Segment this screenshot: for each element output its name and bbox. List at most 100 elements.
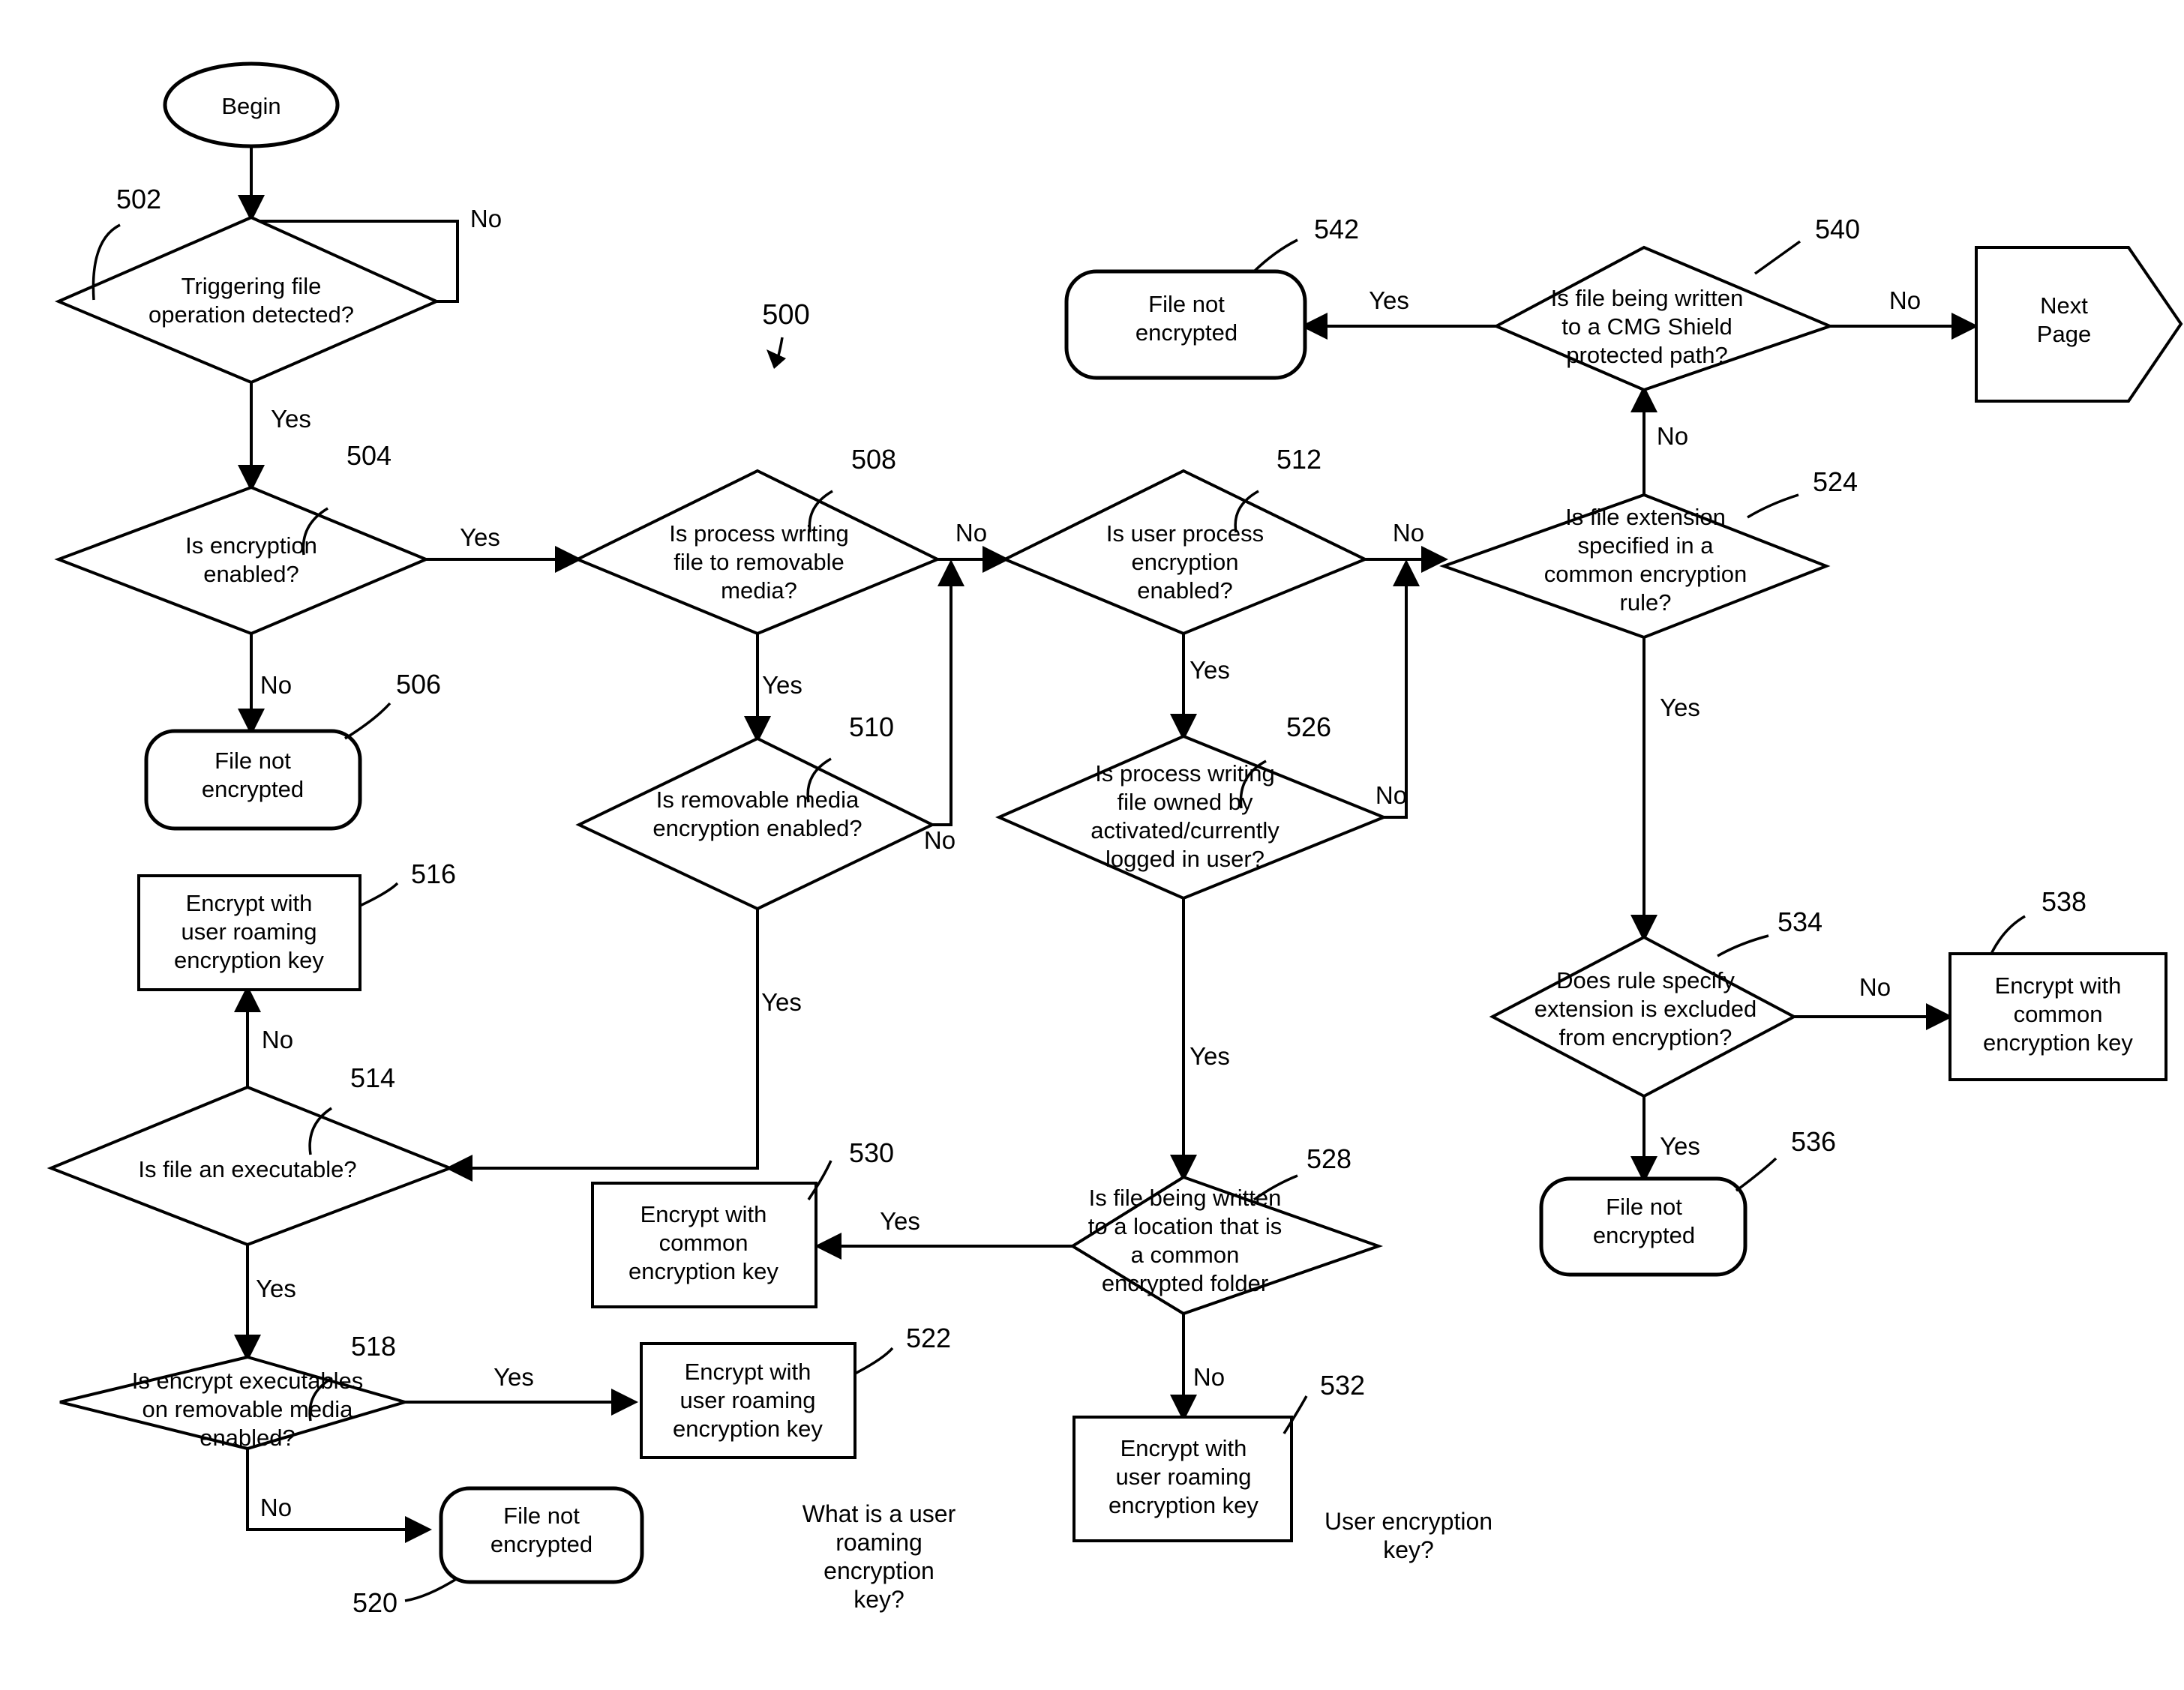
ref-524: 524 <box>1813 466 1858 497</box>
node-532-line-0: Encrypt with <box>1120 1435 1247 1461</box>
node-nextpage-line-1: Page <box>2037 321 2091 347</box>
ref-538: 538 <box>2042 886 2086 917</box>
node-516-line-2: encryption key <box>174 947 324 973</box>
ref-516-leader <box>359 882 399 907</box>
ref-516: 516 <box>411 858 456 889</box>
node-538-line-0: Encrypt with <box>1995 972 2122 999</box>
ref-520: 520 <box>352 1587 398 1618</box>
ref-542-leader <box>1252 238 1298 273</box>
node-512-line-1: encryption <box>1131 549 1238 575</box>
node-524-line-3: rule? <box>1620 589 1672 616</box>
ref-530: 530 <box>849 1137 894 1168</box>
ref-536-leader <box>1735 1157 1778 1192</box>
node-begin-label: Begin <box>221 93 280 119</box>
label-502-no: No <box>470 205 502 232</box>
note-user-encryption-key-line-1: key? <box>1383 1536 1434 1563</box>
edge-510-yes-to-514 <box>446 909 759 1182</box>
label-510-yes: Yes <box>761 988 802 1016</box>
label-540-no: No <box>1889 286 1921 314</box>
node-528-line-3: encrypted folder <box>1102 1270 1268 1296</box>
ref-510: 510 <box>849 712 894 742</box>
ref-530-leader <box>807 1160 832 1200</box>
ref-526: 526 <box>1286 712 1331 742</box>
label-514-no: No <box>262 1026 293 1053</box>
ref-512: 512 <box>1276 444 1322 475</box>
node-520-line-1: encrypted <box>490 1531 592 1557</box>
ref-538-leader <box>1990 915 2026 954</box>
node-502-line-1: operation detected? <box>148 301 354 328</box>
label-502-yes: Yes <box>271 405 311 433</box>
ref-508: 508 <box>851 444 896 475</box>
node-508-line-1: file to removable <box>674 549 844 575</box>
label-528-no: No <box>1193 1363 1225 1391</box>
node-530-line-1: common <box>659 1230 748 1256</box>
label-518-yes: Yes <box>494 1363 534 1391</box>
ref-506-leader <box>344 702 392 740</box>
label-512-no: No <box>1393 519 1424 547</box>
ref-504: 504 <box>346 440 392 471</box>
node-506-line-0: File not <box>214 748 291 774</box>
node-526-line-0: Is process writing <box>1095 760 1274 787</box>
label-508-yes: Yes <box>762 671 802 699</box>
ref-520-leader <box>404 1577 458 1602</box>
label-514-yes: Yes <box>256 1275 296 1302</box>
node-524-line-1: specified in a <box>1578 532 1714 559</box>
node-538-line-1: common <box>2014 1001 2103 1027</box>
note-user-roaming-key-line-3: key? <box>854 1586 904 1613</box>
node-532-line-2: encryption key <box>1108 1492 1258 1518</box>
node-502-line-0: Triggering file <box>182 273 322 299</box>
edge-526-no-to-524 <box>1384 559 1420 819</box>
ref-514: 514 <box>350 1062 395 1093</box>
node-502-shape <box>54 215 440 385</box>
node-526-line-3: logged in user? <box>1106 846 1264 872</box>
node-528-line-1: to a location that is <box>1088 1213 1282 1239</box>
label-534-yes: Yes <box>1660 1132 1700 1160</box>
node-540-line-2: protected path? <box>1566 342 1727 368</box>
node-522-line-0: Encrypt with <box>685 1359 812 1385</box>
node-522-line-1: user roaming <box>680 1387 816 1413</box>
node-522-line-2: encryption key <box>673 1416 823 1442</box>
ref-518: 518 <box>351 1331 396 1362</box>
note-user-encryption-key-line-0: User encryption <box>1324 1508 1492 1535</box>
note-user-roaming-key-line-1: roaming <box>836 1529 922 1556</box>
ref-534: 534 <box>1778 906 1822 937</box>
node-510-line-0: Is removable media <box>656 787 860 813</box>
node-512-line-2: enabled? <box>1137 577 1233 604</box>
node-526-line-1: file owned by <box>1118 789 1253 815</box>
ref-540: 540 <box>1815 214 1860 244</box>
node-532-line-1: user roaming <box>1116 1464 1252 1490</box>
ref-532-leader <box>1282 1395 1308 1434</box>
label-534-no: No <box>1859 973 1891 1001</box>
node-536-line-1: encrypted <box>1593 1222 1695 1248</box>
ref-540-leader <box>1754 240 1802 275</box>
node-506-line-1: encrypted <box>202 776 304 802</box>
node-534-line-0: Does rule specify <box>1556 967 1735 993</box>
note-user-roaming-key-line-0: What is a user <box>802 1500 956 1527</box>
ref-524-leader <box>1747 493 1799 519</box>
ref-506: 506 <box>396 669 441 700</box>
node-514-line-0: Is file an executable? <box>138 1156 356 1182</box>
node-516-line-0: Encrypt with <box>186 890 313 916</box>
node-538-line-2: encryption key <box>1983 1029 2133 1056</box>
ref-532: 532 <box>1320 1370 1365 1401</box>
flowchart-svg: Begin Triggering file operation detected… <box>46 61 2183 1618</box>
node-518-line-2: enabled? <box>200 1425 296 1451</box>
fig-500-label: 500 <box>762 299 809 331</box>
ref-536: 536 <box>1791 1126 1836 1157</box>
ref-542: 542 <box>1314 214 1359 244</box>
node-512-line-0: Is user process <box>1106 520 1264 547</box>
label-504-no: No <box>260 671 292 699</box>
node-530-line-2: encryption key <box>628 1258 778 1284</box>
node-508-line-0: Is process writing <box>669 520 848 547</box>
node-524-line-0: Is file extension <box>1565 504 1726 530</box>
node-504-line-1: enabled? <box>203 561 299 587</box>
node-526-line-2: activated/currently <box>1090 817 1280 844</box>
label-526-no: No <box>1376 781 1407 809</box>
node-504-line-0: Is encryption <box>185 532 317 559</box>
node-542-line-0: File not <box>1148 291 1225 317</box>
node-542-line-1: encrypted <box>1136 319 1238 346</box>
label-518-no: No <box>260 1494 292 1521</box>
node-530-line-0: Encrypt with <box>640 1201 767 1227</box>
node-540-line-0: Is file being written <box>1551 285 1744 311</box>
node-528-line-0: Is file being written <box>1089 1185 1282 1211</box>
